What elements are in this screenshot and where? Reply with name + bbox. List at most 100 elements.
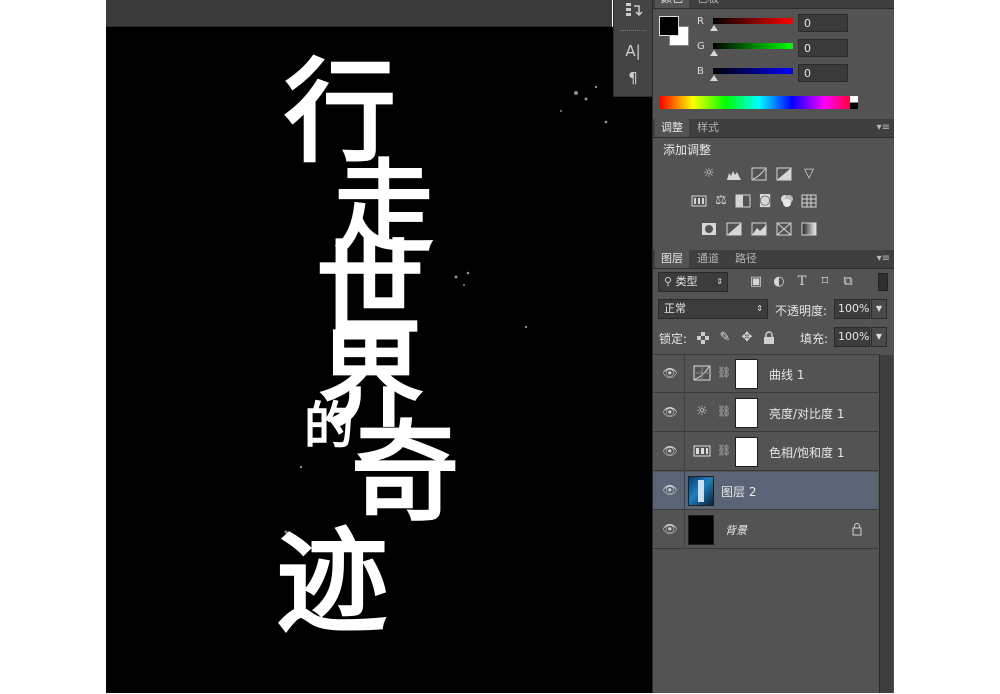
layer-name[interactable]: 亮度/对比度 1 xyxy=(769,405,845,422)
layer-row-brightness-contrast[interactable]: 👁 ☼ ⛓ 亮度/对比度 1 xyxy=(653,394,878,432)
search-icon: ⚲ xyxy=(664,275,676,288)
brightness-contrast-icon[interactable]: ☼ xyxy=(701,167,717,181)
posterize-icon[interactable] xyxy=(726,222,742,236)
green-slider-thumb[interactable] xyxy=(710,50,718,56)
lock-label: 锁定: xyxy=(659,332,688,346)
character-icon[interactable]: A| xyxy=(622,40,644,62)
opacity-label: 不透明度: xyxy=(775,304,828,318)
hue-saturation-icon xyxy=(693,443,711,459)
black-white-icon[interactable] xyxy=(735,194,751,208)
add-adjustment-heading: 添加调整 xyxy=(663,143,712,157)
panel-menu-icon[interactable]: ▾≡ xyxy=(877,119,890,137)
tab-paths[interactable]: 路径 xyxy=(729,250,763,268)
green-slider-track[interactable] xyxy=(713,43,793,49)
layer-mask-thumbnail[interactable] xyxy=(735,398,758,428)
tab-channels[interactable]: 通道 xyxy=(691,250,725,268)
row-divider xyxy=(684,511,685,549)
invert-icon[interactable] xyxy=(701,222,717,236)
red-value-field[interactable]: 0 xyxy=(798,14,848,32)
filter-type-icon[interactable]: T xyxy=(794,275,810,289)
opacity-field[interactable]: 100% xyxy=(834,299,870,319)
tab-adjustments[interactable]: 调整 xyxy=(655,119,689,137)
layer-mask-thumbnail[interactable] xyxy=(735,359,758,389)
paragraph-icon[interactable]: ¶ xyxy=(622,67,644,89)
lock-transparent-icon[interactable] xyxy=(695,331,711,345)
red-label: R xyxy=(697,16,704,27)
exposure-icon[interactable] xyxy=(776,167,792,181)
layer-thumbnail[interactable] xyxy=(688,476,714,506)
layers-scrollbar[interactable] xyxy=(879,355,893,693)
tab-swatches[interactable]: 色板 xyxy=(691,0,725,8)
row-divider xyxy=(684,472,685,510)
spectrum-black-white[interactable] xyxy=(850,96,858,109)
photo-filter-icon[interactable]: ◙ xyxy=(757,194,773,208)
filter-smart-object-icon[interactable]: ⧉ xyxy=(840,275,856,289)
layer-row-curves[interactable]: 👁 ⛓ 曲线 1 xyxy=(653,355,878,393)
hue-saturation-icon[interactable] xyxy=(691,194,707,208)
blue-slider-thumb[interactable] xyxy=(710,75,718,81)
selective-color-icon[interactable] xyxy=(776,222,792,236)
blend-mode-value: 正常 xyxy=(664,302,686,315)
fill-label: 填充: xyxy=(800,332,829,346)
layer-row-hue-saturation[interactable]: 👁 ⛓ 色相/饱和度 1 xyxy=(653,433,878,471)
foreground-color-swatch[interactable] xyxy=(659,16,679,36)
history-icon[interactable] xyxy=(622,0,644,22)
green-label: G xyxy=(697,41,705,52)
link-chain-icon[interactable]: ⛓ xyxy=(717,405,731,418)
red-slider-track[interactable] xyxy=(713,18,793,24)
link-chain-icon[interactable]: ⛓ xyxy=(717,366,731,379)
red-slider-thumb[interactable] xyxy=(710,25,718,31)
layer-row-layer-2[interactable]: 👁 图层 2 xyxy=(653,472,878,510)
layer-name[interactable]: 色相/饱和度 1 xyxy=(769,444,845,461)
color-spectrum-bar[interactable] xyxy=(660,96,858,109)
layer-thumbnail[interactable] xyxy=(688,515,714,545)
lock-all-icon[interactable] xyxy=(761,331,777,345)
panel-icon-strip: A| ¶ xyxy=(613,0,653,97)
layer-mask-thumbnail[interactable] xyxy=(735,437,758,467)
opacity-dropdown[interactable]: ▼ xyxy=(871,299,887,319)
visibility-eye-icon[interactable]: 👁 xyxy=(662,444,678,458)
layers-menu-icon[interactable]: ▾≡ xyxy=(877,250,890,268)
blend-mode-select[interactable]: 正常 ⇕ xyxy=(658,299,768,319)
layer-name[interactable]: 曲线 1 xyxy=(769,366,804,383)
filter-toggle[interactable] xyxy=(878,273,888,291)
fill-dropdown[interactable]: ▼ xyxy=(871,327,887,347)
color-lookup-icon[interactable] xyxy=(801,194,817,208)
layer-name[interactable]: 背景 xyxy=(725,522,747,538)
blue-slider-track[interactable] xyxy=(713,68,793,74)
filter-adjustment-icon[interactable]: ◐ xyxy=(771,275,787,289)
visibility-eye-icon[interactable]: 👁 xyxy=(662,405,678,419)
visibility-eye-icon[interactable]: 👁 xyxy=(662,522,678,536)
visibility-eye-icon[interactable]: 👁 xyxy=(662,366,678,380)
layer-filter-kind[interactable]: ⚲ 类型 ⇕ xyxy=(658,272,728,292)
layer-row-background[interactable]: 👁 背景 xyxy=(653,511,878,549)
channel-mixer-icon[interactable] xyxy=(779,194,795,208)
gradient-map-icon[interactable] xyxy=(801,222,817,236)
brightness-contrast-icon: ☼ xyxy=(696,404,708,419)
layer-name[interactable]: 图层 2 xyxy=(721,483,756,500)
artwork-char-6: 奇 xyxy=(351,410,460,536)
curves-icon[interactable] xyxy=(751,167,767,181)
green-value-field[interactable]: 0 xyxy=(798,39,848,57)
color-balance-icon[interactable]: ⚖ xyxy=(713,194,729,208)
document-canvas[interactable]: 行 走 世 界 的 奇 迹 xyxy=(106,27,652,693)
threshold-icon[interactable] xyxy=(751,222,767,236)
tab-styles[interactable]: 样式 xyxy=(691,119,725,137)
levels-icon[interactable] xyxy=(726,167,742,181)
fill-field[interactable]: 100% xyxy=(834,327,870,347)
filter-shape-icon[interactable]: ⌑ xyxy=(817,275,833,289)
blue-value-field[interactable]: 0 xyxy=(798,64,848,82)
curves-icon xyxy=(693,365,711,381)
visibility-eye-icon[interactable]: 👁 xyxy=(662,483,678,497)
lock-move-icon[interactable]: ✥ xyxy=(739,331,755,345)
chevron-updown-icon: ⇕ xyxy=(716,277,723,286)
tab-color[interactable]: 颜色 xyxy=(655,0,689,8)
color-panel-tabs: 颜色 色板 xyxy=(653,0,894,9)
link-chain-icon[interactable]: ⛓ xyxy=(717,444,731,457)
artwork-char-5: 的 xyxy=(304,396,354,455)
tab-layers[interactable]: 图层 xyxy=(655,250,689,268)
lock-icon xyxy=(851,522,863,539)
lock-brush-icon[interactable]: ✎ xyxy=(717,331,733,345)
filter-pixel-icon[interactable]: ▣ xyxy=(748,275,764,289)
vibrance-icon[interactable]: ▽ xyxy=(801,167,817,181)
